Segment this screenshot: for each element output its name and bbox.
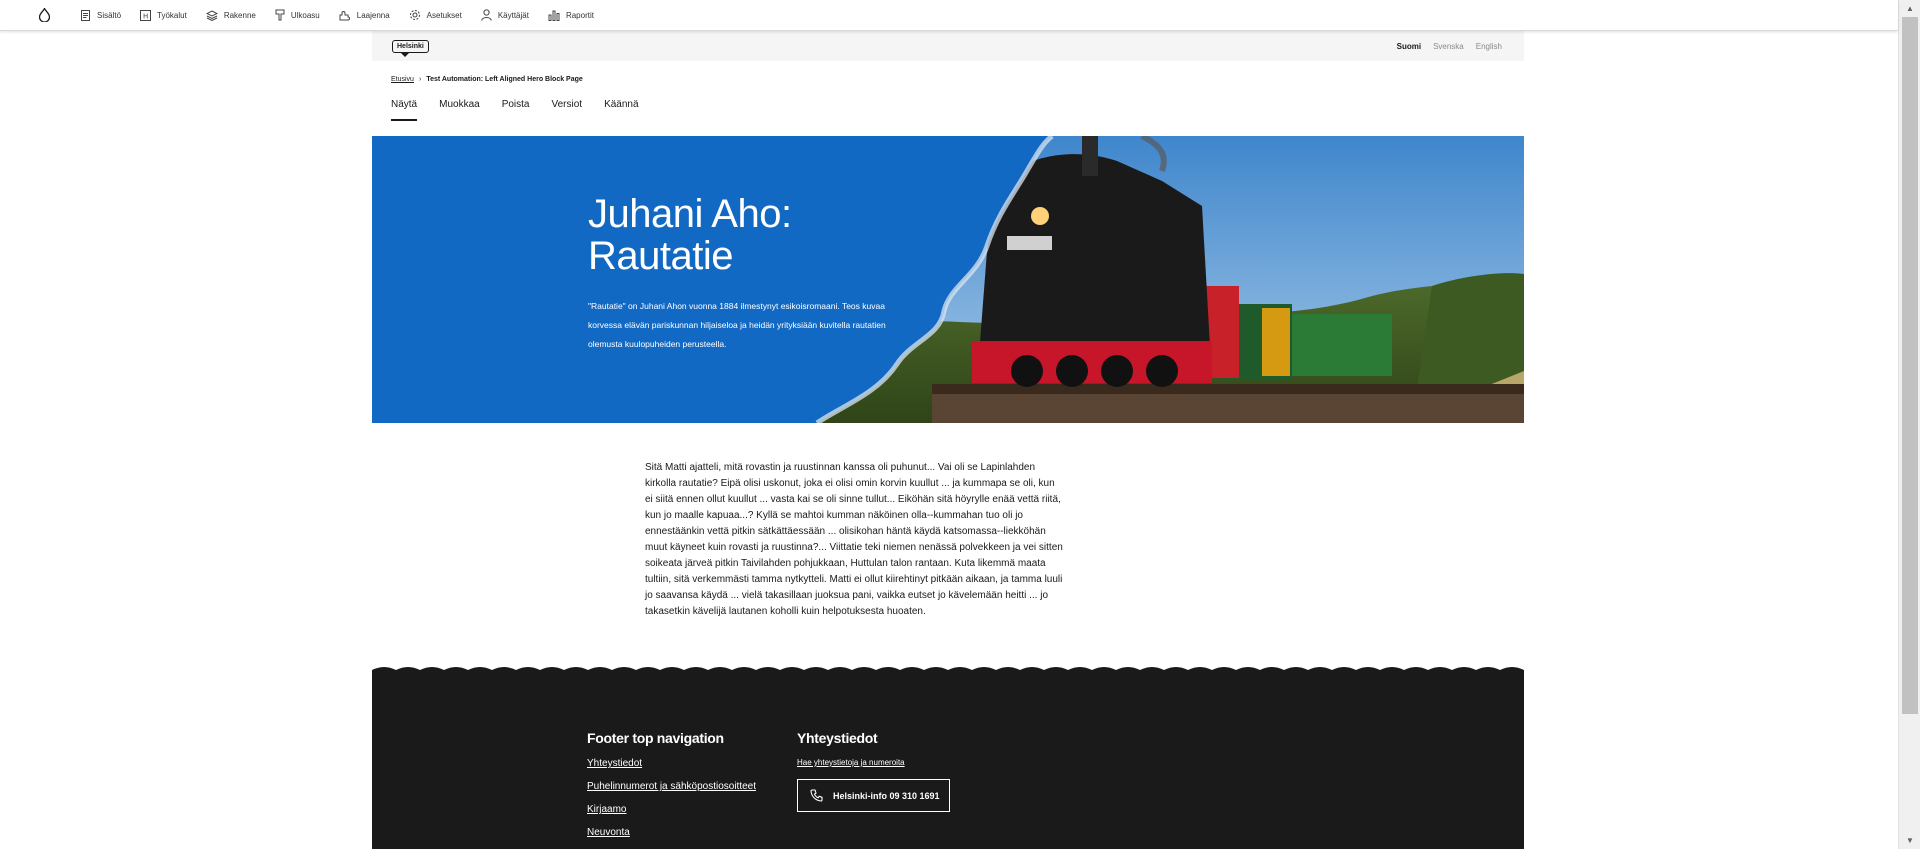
phone-button-label: Helsinki-info 09 310 1691 — [833, 790, 940, 801]
toolbar-item-structure[interactable]: Rakenne — [197, 0, 266, 31]
page-scrollbar[interactable]: ▲ ▼ — [1898, 0, 1920, 849]
breadcrumb-home-link[interactable]: Etusivu — [391, 76, 414, 83]
local-tasks-tabs: Näytä Muokkaa Poista Versiot Käännä — [372, 93, 1524, 128]
footer-link-yhteystiedot[interactable]: Yhteystiedot — [587, 758, 756, 769]
toolbar-item-appearance[interactable]: Ulkoasu — [266, 0, 330, 31]
hero-title: Juhani Aho: Rautatie — [588, 192, 792, 278]
scroll-down-arrow-icon[interactable]: ▼ — [1899, 832, 1920, 849]
toolbar-item-people[interactable]: Käyttäjät — [472, 0, 539, 31]
layers-icon — [205, 9, 218, 21]
tab-edit[interactable]: Muokkaa — [439, 93, 480, 121]
admin-toolbar: Sisältö H Työkalut Rakenne Ulkoasu Laaje… — [0, 0, 1898, 31]
breadcrumb-current: Test Automation: Left Aligned Hero Block… — [426, 75, 583, 83]
footer-link-neuvonta[interactable]: Neuvonta — [587, 827, 756, 838]
helsinki-logo[interactable]: Helsinki — [392, 39, 429, 57]
toolbar-item-content[interactable]: Sisältö — [71, 0, 131, 31]
language-fi[interactable]: Suomi — [1397, 42, 1421, 51]
toolbar-item-settings[interactable]: Asetukset — [400, 0, 472, 31]
hero-block: Juhani Aho: Rautatie "Rautatie" on Juhan… — [372, 136, 1524, 423]
toolbar-item-reports[interactable]: Raportit — [539, 0, 604, 31]
hero-content: Juhani Aho: Rautatie "Rautatie" on Juhan… — [588, 193, 908, 354]
phone-icon — [810, 789, 823, 802]
toolbar-item-extend[interactable]: Laajenna — [330, 0, 400, 31]
language-en[interactable]: English — [1476, 42, 1502, 51]
phone-button[interactable]: Helsinki-info 09 310 1691 — [797, 779, 950, 812]
hero-description: "Rautatie" on Juhani Ahon vuonna 1884 il… — [588, 301, 886, 349]
site-header: Helsinki Suomi Svenska English — [372, 31, 1524, 61]
document-icon — [81, 9, 90, 21]
tab-delete[interactable]: Poista — [502, 93, 530, 121]
page-container: Helsinki Suomi Svenska English Etusivu ›… — [372, 31, 1524, 423]
tab-revisions[interactable]: Versiot — [552, 93, 583, 121]
language-sv[interactable]: Svenska — [1433, 42, 1464, 51]
user-icon — [481, 9, 492, 21]
footer-link-puhelinnumerot[interactable]: Puhelinnumerot ja sähköpostiosoitteet — [587, 781, 756, 792]
logo-text: Helsinki — [397, 42, 424, 50]
scroll-thumb[interactable] — [1902, 17, 1918, 714]
toolbar-item-label: Käyttäjät — [497, 10, 529, 20]
gear-icon — [409, 10, 420, 20]
puzzle-icon — [339, 10, 350, 20]
toolbar-item-label: Raportit — [565, 10, 594, 20]
footer-nav-heading: Footer top navigation — [587, 730, 724, 746]
footer-wave-koro — [372, 667, 1524, 676]
footer-contact-link[interactable]: Hae yhteystietoja ja numeroita — [797, 758, 950, 767]
drupal-logo-icon[interactable] — [31, 2, 57, 28]
toolbar-item-label: Asetukset — [426, 10, 462, 20]
toolbar-item-label: Sisältö — [97, 10, 122, 20]
footer-contact: Yhteystiedot Hae yhteystietoja ja numero… — [797, 730, 950, 812]
svg-text:H: H — [143, 12, 148, 20]
brush-icon — [275, 9, 285, 21]
footer-navigation: Footer top navigation Yhteystiedot Puhel… — [587, 730, 756, 850]
bar-chart-icon — [548, 10, 560, 21]
footer-link-kirjaamo[interactable]: Kirjaamo — [587, 804, 756, 815]
scroll-up-arrow-icon[interactable]: ▲ — [1899, 0, 1920, 17]
breadcrumb: Etusivu › Test Automation: Left Aligned … — [372, 71, 1524, 87]
toolbar-item-label: Rakenne — [223, 10, 256, 20]
tab-view[interactable]: Näytä — [391, 93, 418, 121]
site-footer: Footer top navigation Yhteystiedot Puhel… — [372, 667, 1524, 850]
language-switcher: Suomi Svenska English — [1397, 42, 1502, 51]
toolbar-item-label: Ulkoasu — [290, 10, 320, 20]
toolbar-item-tools[interactable]: H Työkalut — [131, 0, 197, 31]
chevron-right-icon: › — [418, 75, 422, 83]
toolbar-item-label: Työkalut — [157, 10, 187, 20]
tab-translate[interactable]: Käännä — [604, 93, 638, 121]
footer-contact-heading: Yhteystiedot — [797, 730, 878, 746]
hero-train-image — [815, 136, 1524, 423]
main-body-text: Sitä Matti ajatteli, mitä rovastin ja ru… — [645, 462, 1063, 617]
toolbox-icon: H — [140, 9, 152, 21]
toolbar-item-label: Laajenna — [356, 10, 390, 20]
